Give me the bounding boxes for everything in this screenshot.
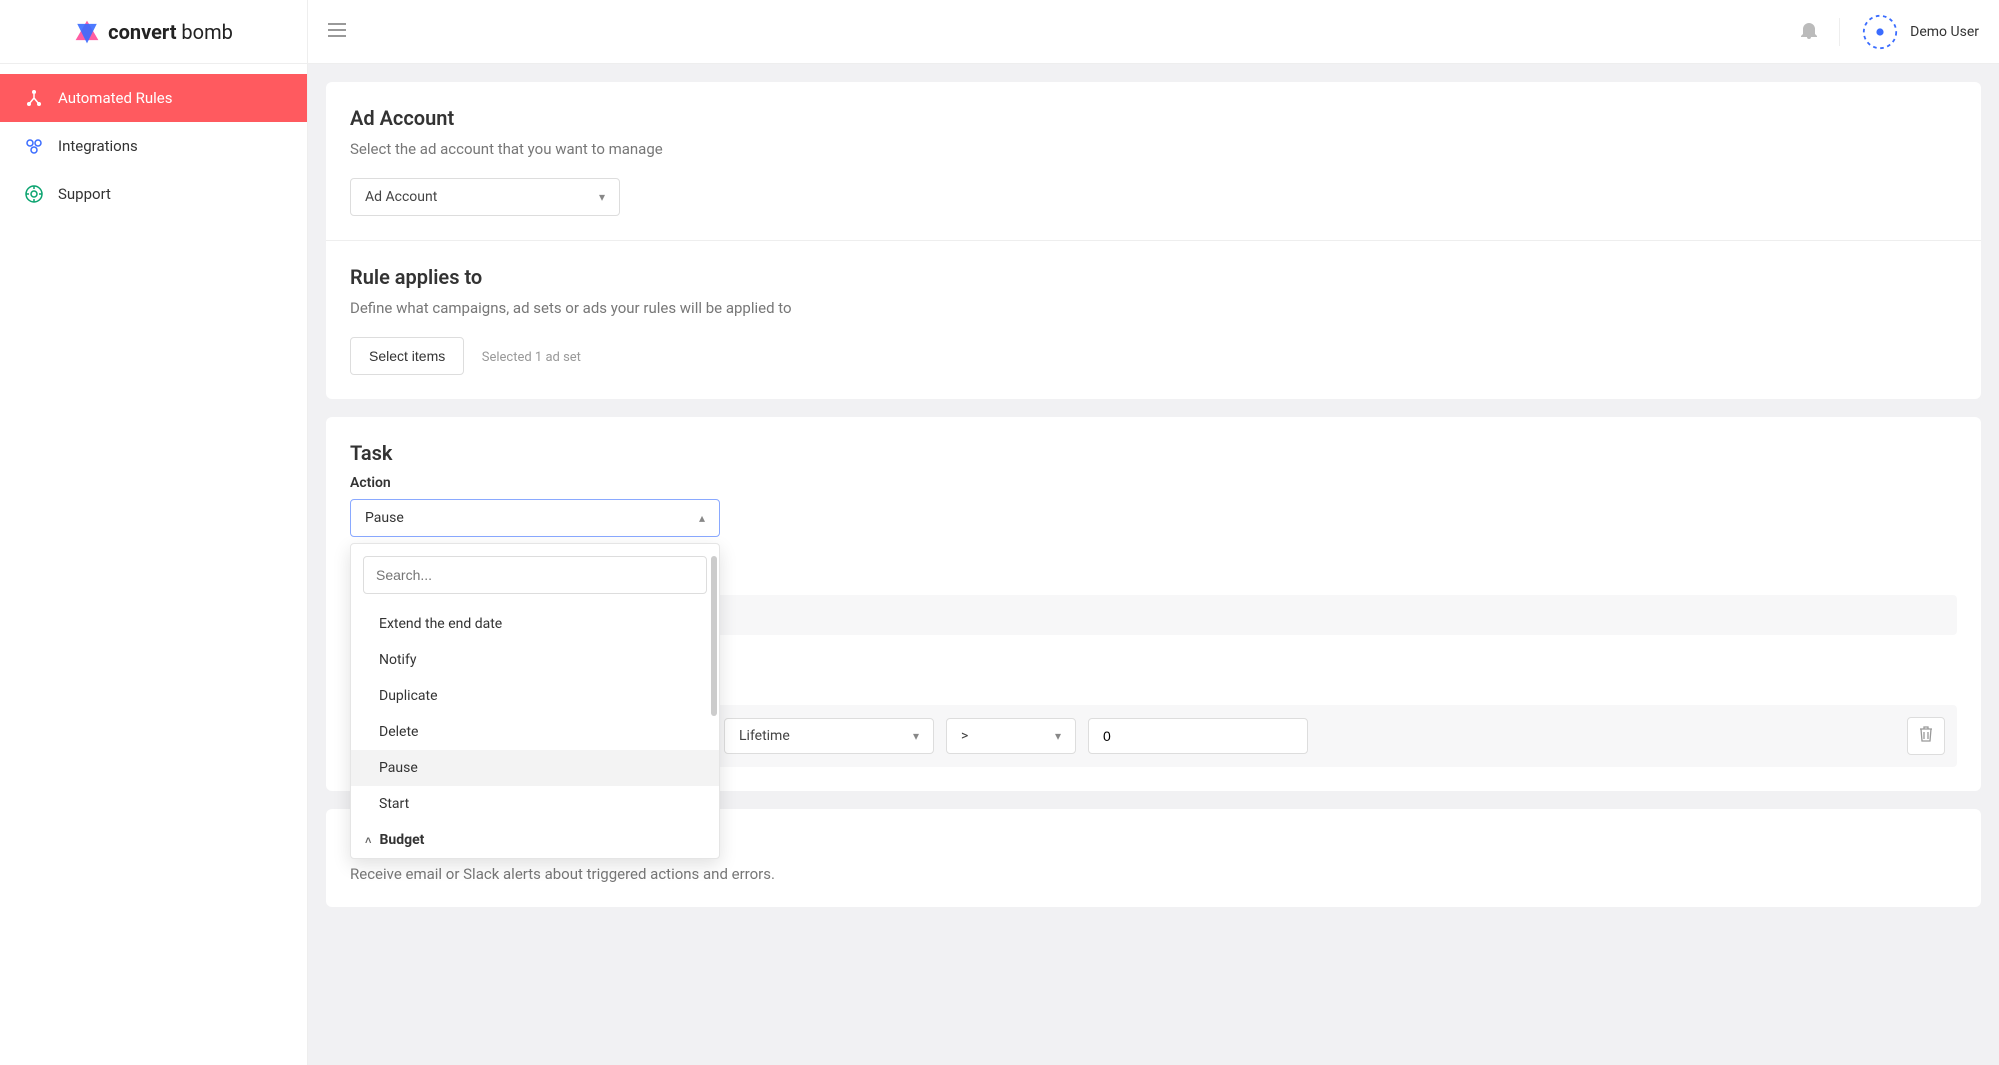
notifications-icon[interactable] bbox=[1801, 21, 1817, 43]
action-option-list: Extend the end date Notify Duplicate Del… bbox=[351, 606, 719, 858]
user-menu[interactable]: Demo User bbox=[1862, 14, 1979, 50]
logo-icon bbox=[74, 19, 100, 45]
condition-timeframe-select[interactable]: Lifetime ▾ bbox=[724, 718, 934, 754]
task-title: Task bbox=[350, 441, 1957, 465]
sidebar-item-label: Support bbox=[58, 185, 111, 203]
action-dropdown: Extend the end date Notify Duplicate Del… bbox=[350, 543, 720, 859]
ad-account-selected: Ad Account bbox=[365, 189, 437, 205]
ad-account-subtitle: Select the ad account that you want to m… bbox=[350, 140, 1957, 158]
main-content: Ad Account Select the ad account that yo… bbox=[308, 64, 1999, 1065]
action-selected: Pause bbox=[365, 510, 404, 526]
avatar-icon bbox=[1862, 14, 1898, 50]
action-option-extend-end-date[interactable]: Extend the end date bbox=[351, 606, 719, 642]
select-items-button[interactable]: Select items bbox=[350, 337, 464, 375]
action-search-input[interactable] bbox=[363, 556, 707, 594]
chevron-down-icon: ▾ bbox=[913, 729, 919, 743]
delete-condition-button[interactable] bbox=[1907, 717, 1945, 755]
sidebar: Automated Rules Integrations Support bbox=[0, 64, 308, 1065]
chevron-down-icon: ▾ bbox=[599, 190, 605, 204]
rule-applies-title: Rule applies to bbox=[350, 265, 1957, 289]
user-name: Demo User bbox=[1910, 24, 1979, 40]
topbar-left: convert bomb bbox=[0, 0, 366, 64]
action-option-duplicate[interactable]: Duplicate bbox=[351, 678, 719, 714]
selected-items-note: Selected 1 ad set bbox=[482, 350, 581, 365]
rule-applies-subtitle: Define what campaigns, ad sets or ads yo… bbox=[350, 299, 1957, 317]
action-option-notify[interactable]: Notify bbox=[351, 642, 719, 678]
ad-account-card: Ad Account Select the ad account that yo… bbox=[326, 82, 1981, 399]
sidebar-item-automated-rules[interactable]: Automated Rules bbox=[0, 74, 307, 122]
notifications-subtitle: Receive email or Slack alerts about trig… bbox=[350, 865, 1957, 883]
rules-icon bbox=[24, 88, 44, 108]
trash-icon bbox=[1919, 726, 1933, 746]
action-option-start[interactable]: Start bbox=[351, 786, 719, 822]
menu-toggle-icon[interactable] bbox=[308, 21, 366, 42]
task-card: Task Action Pause ▴ Extend the end date … bbox=[326, 417, 1981, 791]
action-label: Action bbox=[350, 475, 1957, 491]
sidebar-item-support[interactable]: Support bbox=[0, 170, 307, 218]
condition-value-input[interactable] bbox=[1088, 718, 1308, 754]
logo[interactable]: convert bomb bbox=[0, 0, 308, 64]
ad-account-select[interactable]: Ad Account ▾ bbox=[350, 178, 620, 216]
action-option-pause[interactable]: Pause bbox=[351, 750, 719, 786]
action-group-budget[interactable]: ˄ Budget bbox=[351, 822, 719, 858]
sidebar-item-integrations[interactable]: Integrations bbox=[0, 122, 307, 170]
divider bbox=[1839, 18, 1840, 46]
logo-text: convert bomb bbox=[108, 20, 233, 44]
chevron-down-icon: ▾ bbox=[1055, 729, 1061, 743]
action-option-delete[interactable]: Delete bbox=[351, 714, 719, 750]
topbar-right: Demo User bbox=[1801, 14, 1979, 50]
dropdown-scrollbar[interactable] bbox=[711, 556, 717, 716]
chevron-up-icon: ˄ bbox=[365, 834, 371, 847]
action-select[interactable]: Pause ▴ bbox=[350, 499, 720, 537]
sidebar-item-label: Integrations bbox=[58, 137, 138, 155]
condition-operator-select[interactable]: > ▾ bbox=[946, 718, 1076, 754]
sidebar-item-label: Automated Rules bbox=[58, 89, 173, 107]
integrations-icon bbox=[24, 136, 44, 156]
ad-account-title: Ad Account bbox=[350, 106, 1957, 130]
support-icon bbox=[24, 184, 44, 204]
topbar: convert bomb Demo User bbox=[0, 0, 1999, 64]
chevron-up-icon: ▴ bbox=[699, 511, 705, 525]
